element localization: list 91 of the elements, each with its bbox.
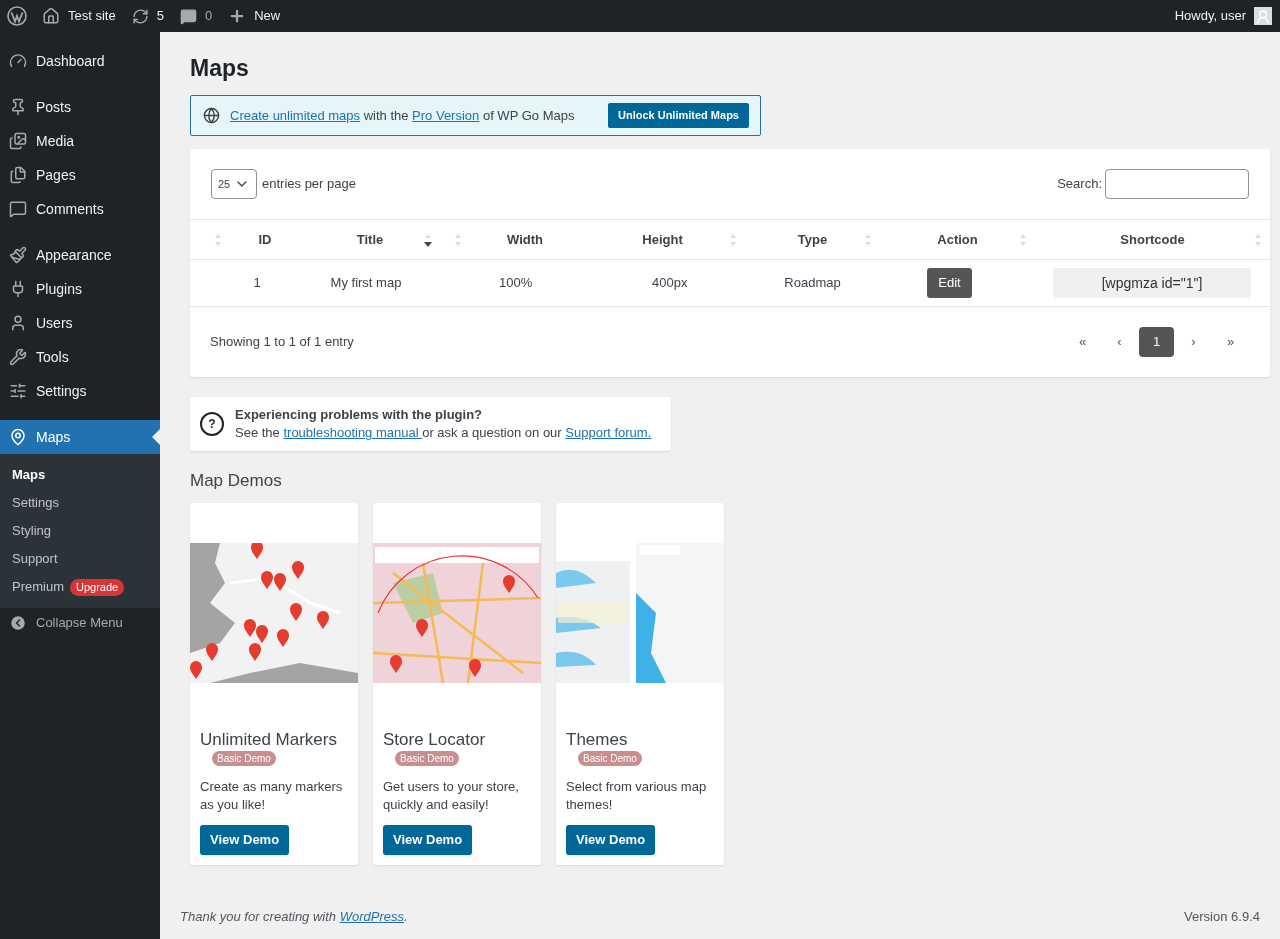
pagination-button[interactable]: ›	[1176, 327, 1211, 357]
help-link[interactable]: troubleshooting manual	[283, 425, 423, 440]
user-icon	[9, 314, 27, 332]
map-pin-icon	[9, 428, 27, 446]
notice-link[interactable]: Pro Version	[412, 107, 480, 123]
sidebar-item[interactable]: Tools	[0, 340, 160, 374]
home-icon	[42, 7, 60, 25]
sidebar-item[interactable]: Settings	[0, 374, 160, 408]
sidebar-item[interactable]: Pages	[0, 158, 160, 192]
demo-title: Themes	[566, 728, 628, 751]
footer-text: Thank you for creating with WordPress.	[180, 907, 408, 926]
sidebar-item[interactable]: Posts	[0, 90, 160, 124]
updates-link[interactable]: 5	[123, 0, 172, 32]
table-cell-text: 400px	[651, 274, 689, 293]
help-icon: ?	[200, 412, 224, 436]
speech-bubble-icon	[9, 200, 27, 218]
column-header[interactable]: Title	[300, 229, 440, 250]
page-title: Maps	[190, 54, 250, 83]
help-text: See the troubleshooting manual or ask a question on our Support forum.	[235, 424, 652, 442]
pagination-button[interactable]: 1	[1139, 327, 1174, 357]
pin-icon	[9, 98, 27, 116]
wordpress-logo-icon[interactable]	[7, 6, 27, 26]
pagination-button[interactable]: «	[1065, 327, 1100, 357]
sidebar-item[interactable]: Media	[0, 124, 160, 158]
column-header[interactable]: Height	[580, 229, 745, 250]
globe-icon	[203, 107, 220, 124]
refresh-icon	[131, 7, 149, 25]
demo-description: Get users to your store, quickly and easily!	[383, 777, 520, 814]
sidebar-item[interactable]: Users	[0, 306, 160, 340]
view-demo-button[interactable]: View Demo	[566, 824, 656, 855]
help-title: Experiencing problems with the plugin?	[235, 406, 484, 424]
gauge-icon	[9, 52, 27, 70]
wordpress-link[interactable]: WordPress	[339, 908, 404, 924]
version-text: Version 6.9.4	[1184, 907, 1260, 926]
site-name-link[interactable]: Test site	[34, 0, 124, 32]
avatar-icon	[1254, 7, 1272, 25]
table-cell-text: My first map	[329, 274, 403, 293]
sidebar-item[interactable]: Comments	[0, 192, 160, 226]
unlock-button[interactable]: Unlock Unlimited Maps	[607, 103, 749, 128]
paintbrush-icon	[9, 246, 27, 264]
sidebar-item[interactable]: Appearance	[0, 238, 160, 272]
submenu-item[interactable]: Premium Upgrade	[0, 573, 160, 601]
page-length-label: entries per page	[262, 175, 356, 194]
search-label: Search:	[1057, 175, 1102, 194]
sidebar-item[interactable]: Plugins	[0, 272, 160, 306]
speech-bubble-icon	[179, 7, 197, 25]
account-link[interactable]: Howdy, user	[1174, 0, 1280, 32]
demo-badge: Basic Demo	[212, 750, 276, 766]
column-header[interactable]: Type	[745, 229, 880, 250]
submenu-item[interactable]: Styling	[0, 517, 160, 545]
demo-description: Select from various map themes!	[566, 777, 708, 814]
column-header[interactable]: Action	[880, 229, 1035, 250]
table-info: Showing 1 to 1 of 1 entry	[210, 333, 354, 352]
demo-title: Unlimited Markers	[200, 728, 337, 751]
column-header[interactable]: Shortcode	[1035, 229, 1270, 250]
images-icon	[9, 132, 27, 150]
column-header[interactable]: Width	[470, 229, 580, 250]
demo-badge: Basic Demo	[578, 750, 642, 766]
view-demo-button[interactable]: View Demo	[383, 824, 473, 855]
submenu-item[interactable]: Settings	[0, 489, 160, 517]
submenu-item[interactable]: Maps	[0, 461, 160, 489]
pagination-button[interactable]: »	[1213, 327, 1248, 357]
pages-icon	[9, 166, 27, 184]
demo-title: Store Locator	[383, 728, 486, 751]
notice-text: Create unlimited maps with the Pro Version of WP Go Maps	[230, 106, 576, 125]
pagination-button[interactable]: ‹	[1102, 327, 1137, 357]
view-demo-button[interactable]: View Demo	[200, 824, 290, 855]
notice-link[interactable]: Create unlimited maps	[230, 107, 361, 123]
sidebar-item[interactable]: Maps	[0, 420, 160, 454]
demo-badge: Basic Demo	[395, 750, 459, 766]
comments-link[interactable]: 0	[171, 0, 221, 32]
shortcode-field[interactable]: [wpgmza id="1"]	[1053, 268, 1251, 298]
page-length-select[interactable]: 25	[211, 169, 257, 199]
table-cell-text: 1	[252, 274, 262, 293]
collapse-icon	[9, 614, 27, 632]
demo-description: Create as many markers as you like!	[200, 777, 344, 814]
wrench-icon	[9, 348, 27, 366]
table-cell-text: Roadmap	[783, 274, 842, 293]
help-link[interactable]: Support forum.	[565, 425, 652, 440]
column-header[interactable]: ID	[230, 229, 300, 250]
collapse-menu-button[interactable]: Collapse Menu	[0, 608, 160, 638]
new-content-link[interactable]: New	[220, 0, 289, 32]
section-heading: Map Demos	[190, 470, 283, 492]
current-pointer-icon	[152, 429, 160, 445]
edit-button[interactable]: Edit	[927, 268, 972, 298]
sliders-icon	[9, 382, 27, 400]
submenu-item[interactable]: Support	[0, 545, 160, 573]
upgrade-badge: Upgrade	[70, 578, 125, 596]
sidebar-item[interactable]: Dashboard	[0, 44, 160, 78]
table-cell-text: 100%	[498, 274, 534, 293]
search-field[interactable]	[1105, 169, 1249, 199]
